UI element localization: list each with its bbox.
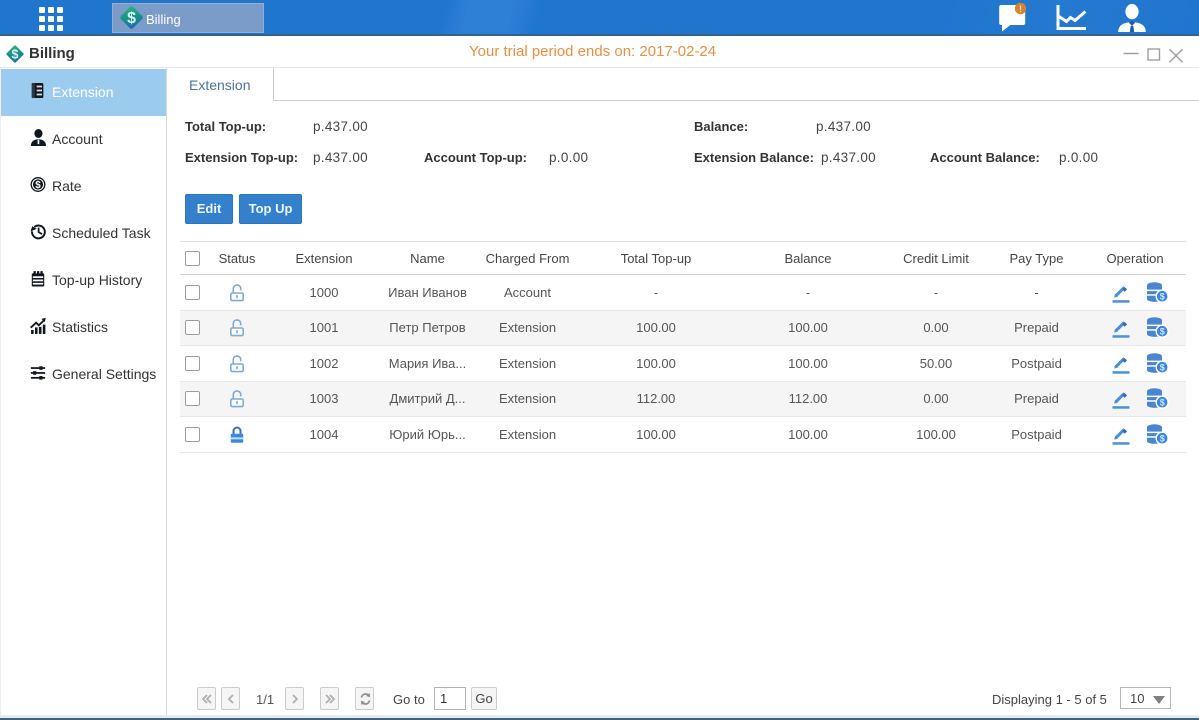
svg-text:$: $	[1160, 398, 1165, 408]
svg-text:$: $	[1160, 327, 1165, 337]
svg-text:!: !	[1019, 4, 1022, 14]
svg-text:$: $	[1160, 433, 1165, 443]
svg-text:$: $	[12, 47, 19, 61]
svg-text:$: $	[127, 10, 136, 27]
svg-text:$: $	[35, 180, 41, 191]
svg-text:$: $	[1160, 362, 1165, 372]
svg-text:$: $	[1160, 291, 1165, 301]
